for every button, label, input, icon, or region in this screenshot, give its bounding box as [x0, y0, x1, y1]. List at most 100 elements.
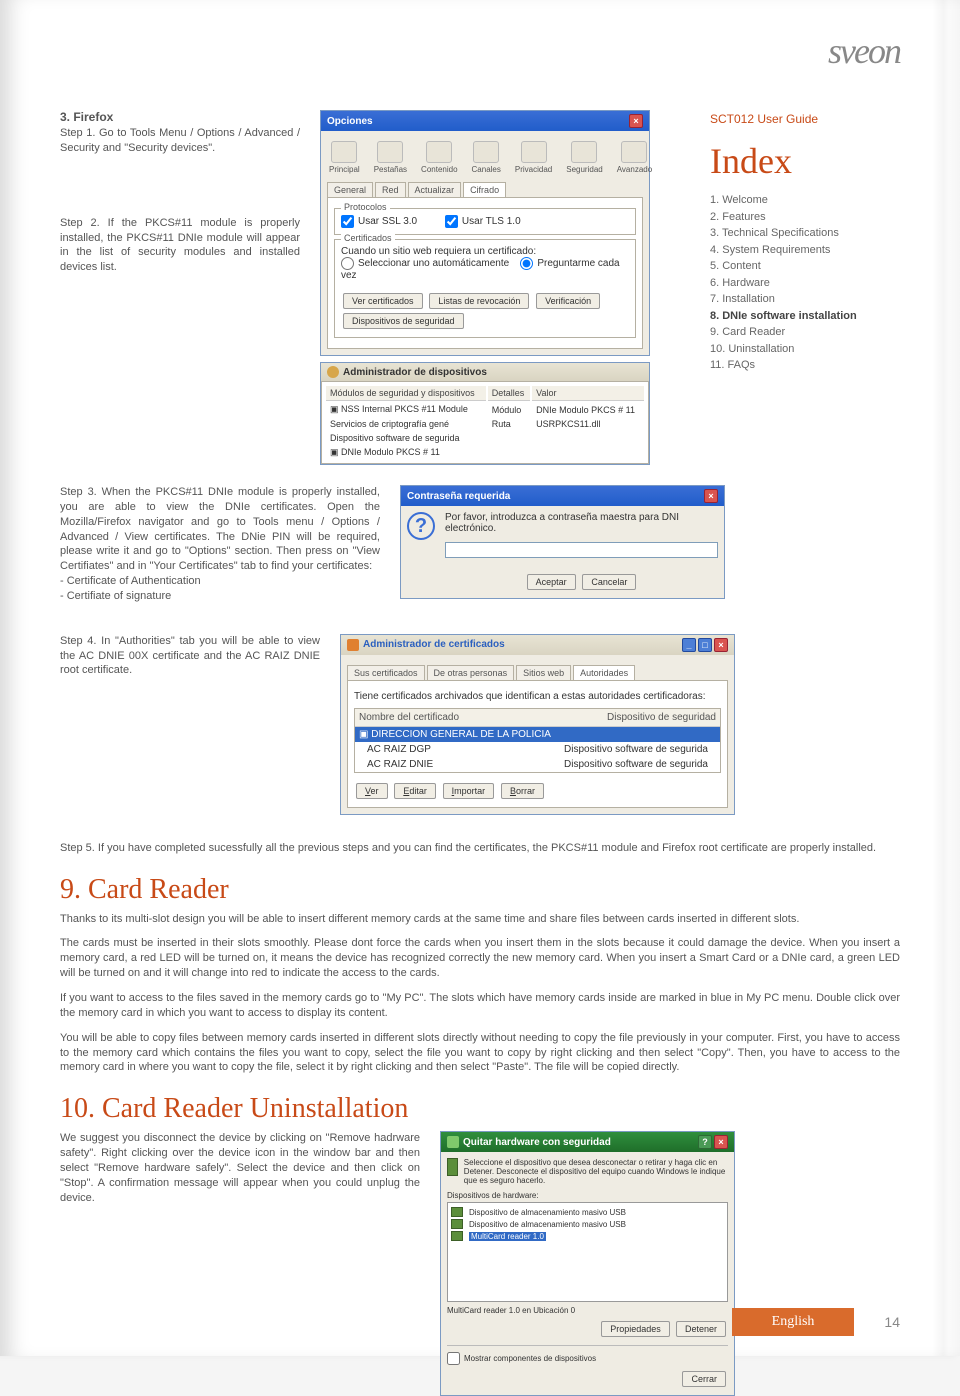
document-page: sveon SCT012 User Guide Index 1. Welcome… [0, 0, 960, 1356]
tab-network[interactable]: Red [375, 182, 406, 197]
col-device: Dispositivo de seguridad [607, 712, 716, 723]
page-edge-shadow [932, 0, 960, 1356]
radio-auto[interactable]: Seleccionar uno automáticamente [341, 258, 509, 269]
s9-p1: Thanks to its multi-slot design you will… [60, 912, 900, 927]
safehw-title: Quitar hardware con seguridad [463, 1137, 611, 1148]
pwd-title: Contraseña requerida [407, 491, 510, 502]
cert-row[interactable]: AC RAIZ DGPDispositivo software de segur… [355, 742, 720, 757]
tab-others[interactable]: De otras personas [427, 665, 515, 680]
eject-icon [447, 1136, 459, 1148]
device-row-selected[interactable]: MultiCard reader 1.0 [451, 1230, 724, 1242]
show-components-checkbox[interactable]: Mostrar componentes de dispositivos [447, 1354, 596, 1363]
index-sidebar: SCT012 User Guide Index 1. Welcome 2. Fe… [710, 110, 885, 374]
toolbar-security[interactable]: Seguridad [566, 141, 602, 174]
device-icon [447, 1158, 458, 1176]
cert-root-row[interactable]: ▣ DIRECCION GENERAL DE LA POLICIA [355, 727, 720, 742]
minimize-icon[interactable]: _ [682, 638, 696, 652]
device-table: Módulos de seguridad y dispositivosDetal… [324, 384, 646, 461]
toolbar-channels[interactable]: Canales [472, 141, 501, 174]
index-item[interactable]: 10. Uninstallation [710, 341, 885, 358]
tls-checkbox[interactable]: Usar TLS 1.0 [445, 216, 521, 227]
maximize-icon[interactable]: □ [698, 638, 712, 652]
toolbar-main[interactable]: Principal [329, 141, 360, 174]
tab-general[interactable]: General [327, 182, 373, 197]
certmgr-title: Administrador de certificados [363, 639, 505, 650]
toolbar-privacy[interactable]: Privacidad [515, 141, 552, 174]
device-row[interactable]: Dispositivo de almacenamiento masivo USB [451, 1218, 724, 1230]
cancel-button[interactable]: Cancelar [582, 574, 636, 590]
index-heading: Index [710, 134, 885, 188]
hw-group-label: Dispositivos de hardware: [447, 1191, 728, 1200]
device-icon [327, 366, 339, 378]
step4-text: Step 4. In "Authorities" tab you will be… [60, 634, 320, 679]
import-button[interactable]: Importar [443, 783, 495, 799]
device-manager-dialog: Administrador de dispositivos Módulos de… [320, 362, 650, 465]
s9-p2: The cards must be inserted in their slot… [60, 936, 900, 981]
tab-authorities[interactable]: Autoridades [573, 665, 635, 680]
safehw-desc: Seleccione el dispositivo que desea desc… [464, 1158, 728, 1185]
device-location: MultiCard reader 1.0 en Ubicación 0 [447, 1306, 728, 1315]
close-icon[interactable]: × [629, 114, 643, 128]
cert-row[interactable]: AC RAIZ DNIEDispositivo software de segu… [355, 757, 720, 772]
page-number: 14 [884, 1314, 900, 1330]
section10-heading: 10. Card Reader Uninstallation [60, 1093, 900, 1125]
options-dialog: Opciones × Principal Pestañas Contenido … [320, 110, 650, 356]
view-button[interactable]: Ver [356, 783, 388, 799]
index-item[interactable]: 11. FAQs [710, 357, 885, 374]
close-icon[interactable]: × [704, 489, 718, 503]
step2-text: Step 2. If the PKCS#11 module is properl… [60, 216, 300, 275]
ssl-checkbox[interactable]: Usar SSL 3.0 [341, 216, 417, 227]
index-item[interactable]: 4. System Requirements [710, 242, 885, 259]
pwd-message: Por favor, introduzca a contraseña maest… [445, 512, 718, 534]
page-footer: English 14 [732, 1308, 900, 1336]
step3-text: Step 3. When the PKCS#11 DNIe module is … [60, 485, 380, 604]
tab-your-certs[interactable]: Sus certificados [347, 665, 425, 680]
brand-logo: sveon [828, 30, 900, 72]
s9-p3: If you want to access to the files saved… [60, 991, 900, 1021]
certs-legend: Certificados [341, 233, 395, 243]
index-item[interactable]: 1. Welcome [710, 192, 885, 209]
protocols-legend: Protocolos [341, 202, 390, 212]
edit-button[interactable]: Editar [394, 783, 436, 799]
sec-devices-button[interactable]: Dispositivos de seguridad [343, 313, 464, 329]
index-item[interactable]: 9. Card Reader [710, 324, 885, 341]
tab-sites[interactable]: Sitios web [516, 665, 571, 680]
index-item[interactable]: 6. Hardware [710, 275, 885, 292]
help-icon[interactable]: ? [698, 1135, 712, 1149]
close-button[interactable]: Cerrar [682, 1371, 726, 1387]
accept-button[interactable]: Aceptar [527, 574, 576, 590]
tab-update[interactable]: Actualizar [408, 182, 462, 197]
crl-button[interactable]: Listas de revocación [429, 293, 529, 309]
certmgr-icon [347, 639, 359, 651]
close-icon[interactable]: × [714, 1135, 728, 1149]
password-dialog: Contraseña requerida × ? Por favor, intr… [400, 485, 725, 599]
delete-button[interactable]: Borrar [501, 783, 544, 799]
s9-p4: You will be able to copy files between m… [60, 1031, 900, 1076]
index-item-current[interactable]: 8. DNIe software installation [710, 308, 885, 325]
index-item[interactable]: 5. Content [710, 258, 885, 275]
verify-button[interactable]: Verificación [536, 293, 600, 309]
toolbar-tabs[interactable]: Pestañas [374, 141, 407, 174]
device-row[interactable]: Dispositivo de almacenamiento masivo USB [451, 1206, 724, 1218]
close-icon[interactable]: × [714, 638, 728, 652]
view-certs-button[interactable]: Ver certificados [343, 293, 423, 309]
tab-encryption[interactable]: Cifrado [463, 182, 506, 197]
index-item[interactable]: 7. Installation [710, 291, 885, 308]
step1-text: Step 1. Go to Tools Menu / Options / Adv… [60, 126, 300, 156]
col-name: Nombre del certificado [359, 712, 459, 723]
cert-prompt-label: Cuando un sitio web requiera un certific… [341, 246, 629, 257]
section9-heading: 9. Card Reader [60, 874, 900, 906]
index-item[interactable]: 2. Features [710, 209, 885, 226]
password-input[interactable] [445, 542, 718, 558]
properties-button[interactable]: Propiedades [601, 1321, 670, 1337]
toolbar-advanced[interactable]: Avanzado [617, 141, 652, 174]
language-tab: English [732, 1308, 855, 1336]
stop-button[interactable]: Detener [676, 1321, 726, 1337]
step5-text: Step 5. If you have completed sucessfull… [60, 841, 900, 856]
certmgr-desc: Tiene certificados archivados que identi… [354, 691, 721, 702]
devmgr-title: Administrador de dispositivos [343, 367, 487, 378]
index-item[interactable]: 3. Technical Specifications [710, 225, 885, 242]
cert-manager-dialog: Administrador de certificados _□× Sus ce… [340, 634, 735, 815]
firefox-heading: 3. Firefox [60, 110, 300, 124]
toolbar-content[interactable]: Contenido [421, 141, 457, 174]
